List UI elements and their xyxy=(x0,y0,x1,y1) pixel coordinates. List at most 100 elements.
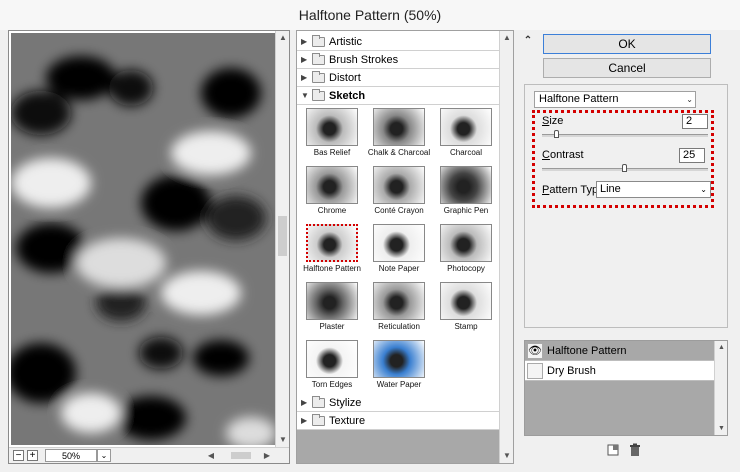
scroll-right-icon[interactable]: ▶ xyxy=(261,449,273,462)
folder-icon xyxy=(312,396,325,408)
category-label: Stylize xyxy=(329,397,362,409)
contrast-input[interactable]: 25 xyxy=(679,148,705,163)
filter-thumbnail-label: Conté Crayon xyxy=(374,206,424,215)
filter-thumbnail-label: Bas Relief xyxy=(313,148,351,157)
filter-thumbnail-label: Torn Edges xyxy=(311,380,353,389)
effect-layer-name: Halftone Pattern xyxy=(547,345,627,357)
size-slider-track[interactable] xyxy=(542,134,708,137)
filter-thumbnail-label: Halftone Pattern xyxy=(303,264,361,273)
filter-thumbnail[interactable]: Note Paper xyxy=(366,221,432,279)
expand-triangle-icon[interactable]: ▶ xyxy=(301,37,307,46)
filter-thumbnail-label: Note Paper xyxy=(378,264,420,273)
effect-layer-row[interactable]: Dry Brush xyxy=(525,361,715,381)
zoom-in-button[interactable]: + xyxy=(27,450,38,461)
filter-thumbnail-image xyxy=(306,282,358,320)
filter-thumbnail-image xyxy=(440,166,492,204)
double-chevron-up-icon[interactable]: ⌃ xyxy=(521,35,535,49)
gallery-vertical-scrollbar[interactable]: ▲ ▼ xyxy=(499,31,513,463)
scroll-thumb[interactable] xyxy=(278,216,287,256)
category-stylize[interactable]: ▶ Stylize xyxy=(297,394,500,412)
filter-thumbnail-label: Reticulation xyxy=(378,322,420,331)
filter-thumbnail-image xyxy=(440,282,492,320)
category-sketch[interactable]: ▼ Sketch xyxy=(297,87,500,105)
contrast-slider-handle[interactable] xyxy=(622,164,627,172)
filter-thumbnail[interactable]: Chalk & Charcoal xyxy=(366,105,432,163)
category-label: Distort xyxy=(329,72,361,84)
contrast-label: Contrast xyxy=(542,149,584,161)
folder-icon xyxy=(312,35,325,47)
size-input[interactable]: 2 xyxy=(682,114,708,129)
filter-thumbnail[interactable]: Plaster xyxy=(299,279,365,337)
filter-gallery: ▶ Artistic ▶ Brush Strokes ▶ Distort ▼ S… xyxy=(296,30,514,464)
expand-triangle-icon[interactable]: ▶ xyxy=(301,55,307,64)
trash-icon[interactable] xyxy=(628,443,642,457)
scroll-left-icon[interactable]: ◀ xyxy=(205,449,217,462)
folder-icon xyxy=(312,71,325,83)
pattern-type-select[interactable]: Line ⌄ xyxy=(596,181,711,198)
filter-thumbnail-image xyxy=(306,108,358,146)
ok-button[interactable]: OK xyxy=(543,34,711,54)
effect-layer-row[interactable]: 👁 Halftone Pattern xyxy=(525,341,715,361)
chevron-down-icon[interactable]: ⌄ xyxy=(97,449,111,462)
filter-thumbnail[interactable]: Chrome xyxy=(299,163,365,221)
filter-thumbnail[interactable]: Reticulation xyxy=(366,279,432,337)
open-folder-icon xyxy=(312,89,325,101)
filter-settings-panel: Halftone Pattern ⌄ Size 2 Contrast 25 Pa… xyxy=(524,84,728,328)
scroll-down-icon[interactable]: ▼ xyxy=(500,449,513,463)
filter-select-value: Halftone Pattern xyxy=(539,93,619,105)
eye-icon[interactable]: 👁 xyxy=(527,343,543,359)
scroll-thumb[interactable] xyxy=(231,452,251,459)
scroll-down-icon[interactable]: ▼ xyxy=(276,433,290,447)
chevron-down-icon: ⌄ xyxy=(686,95,693,104)
filter-thumbnail-image xyxy=(373,224,425,262)
filter-thumbnail[interactable]: Torn Edges xyxy=(299,337,365,395)
collapse-triangle-icon[interactable]: ▼ xyxy=(301,91,309,100)
effect-layers-panel: 👁 Halftone Pattern Dry Brush ▲ ▼ xyxy=(524,340,728,436)
filter-thumbnail[interactable]: Halftone Pattern xyxy=(299,221,365,279)
expand-triangle-icon[interactable]: ▶ xyxy=(301,416,307,425)
expand-triangle-icon[interactable]: ▶ xyxy=(301,73,307,82)
filter-thumbnail-label: Chalk & Charcoal xyxy=(367,148,431,157)
filter-thumbnail[interactable]: Photocopy xyxy=(433,221,499,279)
filter-thumbnail-image xyxy=(306,166,358,204)
scroll-up-icon[interactable]: ▲ xyxy=(500,31,513,45)
filter-thumbnail[interactable]: Bas Relief xyxy=(299,105,365,163)
scroll-down-icon[interactable]: ▼ xyxy=(715,422,728,435)
size-slider-handle[interactable] xyxy=(554,130,560,138)
eye-off-icon[interactable] xyxy=(527,363,543,379)
category-distort[interactable]: ▶ Distort xyxy=(297,69,500,87)
category-texture[interactable]: ▶ Texture xyxy=(297,412,500,430)
preview-image[interactable] xyxy=(11,33,275,445)
filter-thumbnail-image xyxy=(373,108,425,146)
filter-thumbnail-image xyxy=(440,224,492,262)
filter-thumbnail[interactable]: Graphic Pen xyxy=(433,163,499,221)
filter-thumbnail-label: Stamp xyxy=(454,322,478,331)
zoom-field[interactable]: 50% xyxy=(45,449,97,462)
category-artistic[interactable]: ▶ Artistic xyxy=(297,33,500,51)
filter-thumbnail[interactable]: Charcoal xyxy=(433,105,499,163)
scroll-up-icon[interactable]: ▲ xyxy=(715,341,728,354)
zoom-out-button[interactable]: − xyxy=(13,450,24,461)
preview-pane[interactable]: ▲ ▼ − + 50% ⌄ ◀ ▶ xyxy=(8,30,290,464)
filter-gallery-window: Halftone Pattern (50%) ▲ ▼ − + 50% ⌄ ◀ ▶… xyxy=(0,0,740,472)
filter-thumbnail[interactable]: Conté Crayon xyxy=(366,163,432,221)
preview-horizontal-scrollbar[interactable]: ◀ ▶ xyxy=(205,449,275,462)
filter-thumbnail[interactable]: Stamp xyxy=(433,279,499,337)
preview-footer: − + 50% ⌄ ◀ ▶ xyxy=(9,447,289,463)
filter-thumbnail-image xyxy=(306,340,358,378)
new-effect-layer-icon[interactable] xyxy=(606,443,620,457)
category-label: Texture xyxy=(329,415,366,427)
scroll-up-icon[interactable]: ▲ xyxy=(276,31,290,45)
filter-select[interactable]: Halftone Pattern ⌄ xyxy=(534,91,696,108)
cancel-button[interactable]: Cancel xyxy=(543,58,711,78)
filter-thumbnail[interactable]: Water Paper xyxy=(366,337,432,395)
filter-thumbnail-label: Chrome xyxy=(317,206,347,215)
category-brush-strokes[interactable]: ▶ Brush Strokes xyxy=(297,51,500,69)
filter-thumbnail-label: Plaster xyxy=(319,322,345,331)
layers-vertical-scrollbar[interactable]: ▲ ▼ xyxy=(714,341,727,435)
filter-thumbnail-label: Charcoal xyxy=(449,148,482,157)
expand-triangle-icon[interactable]: ▶ xyxy=(301,398,307,407)
preview-vertical-scrollbar[interactable]: ▲ ▼ xyxy=(275,31,289,447)
filter-thumbnail-label: Graphic Pen xyxy=(443,206,489,215)
filter-thumbnail-label: Water Paper xyxy=(376,380,422,389)
